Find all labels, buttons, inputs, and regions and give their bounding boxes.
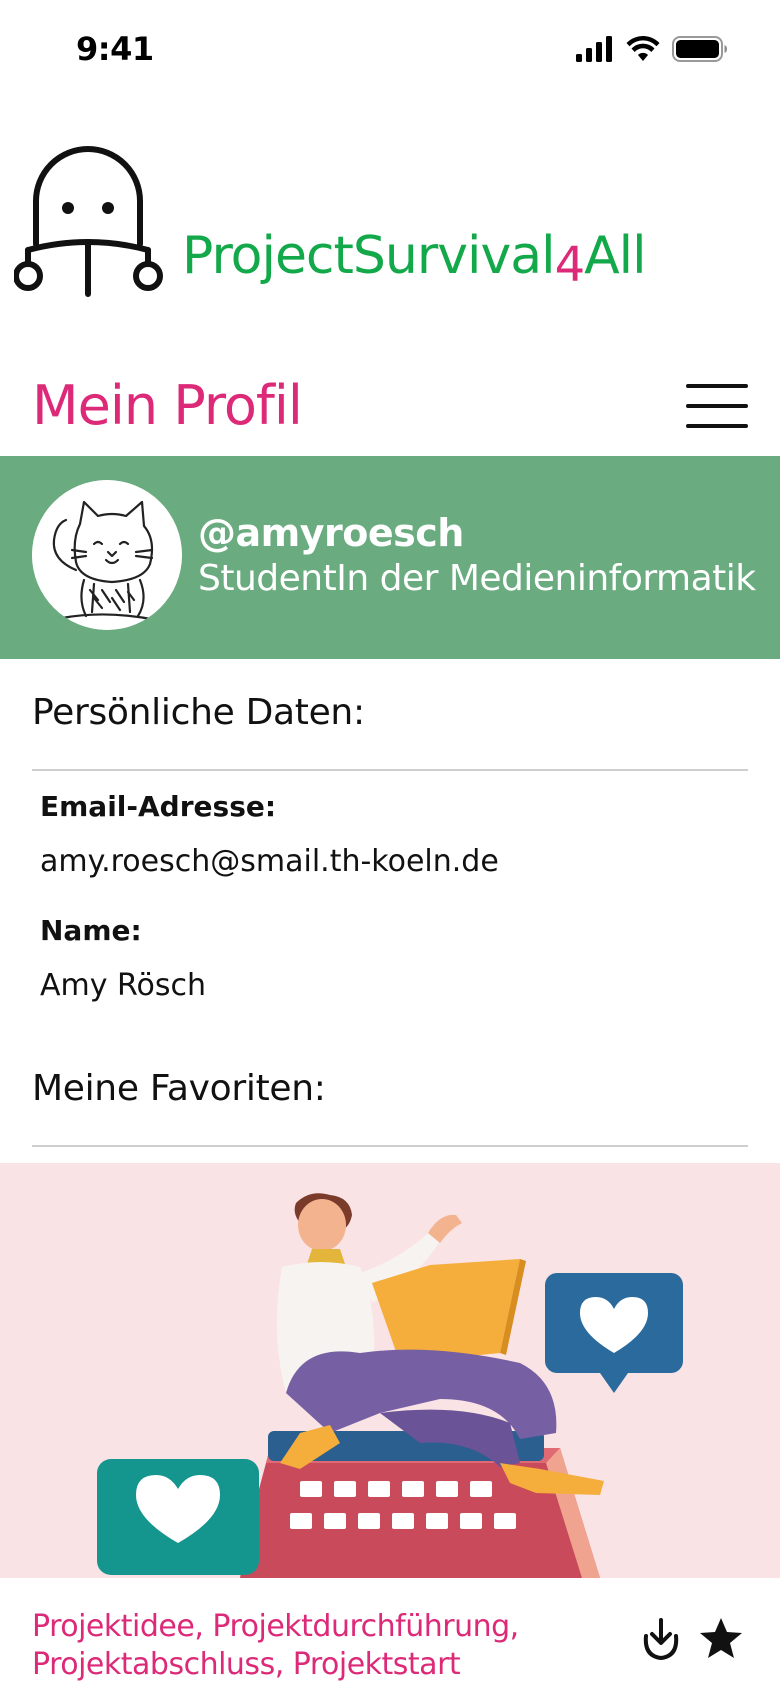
profile-text: @amyroesch StudentIn der Medieninformati… [198,510,756,602]
favorite-actions [638,1616,744,1662]
hamburger-line-middle [686,404,748,408]
person-laptop-hearts-illustration-icon [97,1193,683,1578]
personal-data-title: Persönliche Daten: [32,692,365,733]
page-header: Mein Profil [0,360,780,456]
project-survival-logo-icon [14,146,163,297]
hamburger-menu-icon [686,384,748,388]
star-filled-icon[interactable] [698,1616,744,1662]
hamburger-line-bottom [686,424,748,428]
name-label: Name: [40,914,142,947]
battery-icon [672,36,727,62]
personal-data-divider [32,769,748,771]
favorites-divider [32,1145,748,1147]
favorite-tags: Projektidee, Projektdurchführung, Projek… [32,1609,519,1682]
status-icons [576,36,728,62]
favorite-illustration [0,1163,780,1578]
brand-name: ProjectSurvival4All [182,226,647,293]
status-time: 9:41 [76,30,154,68]
brand-name-part1: ProjectSurvival [182,226,556,286]
download-icon[interactable] [638,1616,684,1662]
wifi-icon [626,36,660,61]
email-label: Email-Adresse: [40,790,277,823]
favorites-title: Meine Favoriten: [32,1068,326,1109]
profile-banner: @amyroesch StudentIn der Medieninformati… [0,456,780,659]
brand-name-part2: All [584,226,646,286]
profile-role: StudentIn der Medieninformatik [198,558,756,599]
email-value: amy.roesch@smail.th-koeln.de [40,844,499,879]
favorite-card[interactable]: Projektidee, Projektdurchführung, Projek… [0,1163,780,1688]
page-title: Mein Profil [32,374,303,437]
hamburger-menu-button[interactable] [686,384,748,428]
cat-sketch-avatar-icon [32,480,182,630]
cellular-signal-icon [576,36,612,62]
favorite-footer: Projektidee, Projektdurchführung, Projek… [0,1578,780,1688]
profile-handle: @amyroesch [198,511,464,555]
brand-header: ProjectSurvival4All [14,140,774,310]
brand-name-accent: 4 [554,237,586,293]
status-bar: 9:41 [0,0,780,100]
avatar[interactable] [32,480,182,630]
name-value: Amy Rösch [40,968,207,1003]
